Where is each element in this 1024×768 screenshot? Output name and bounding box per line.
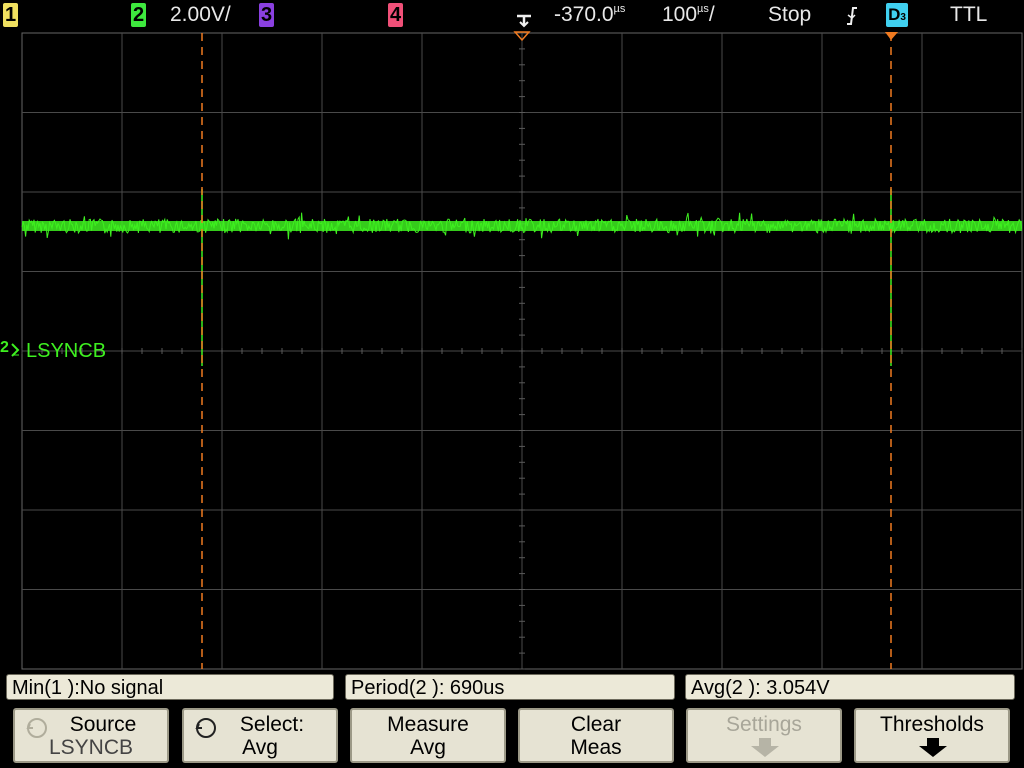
timebase-suffix: /: [708, 3, 715, 26]
select-softkey-value: Avg: [242, 736, 278, 759]
trigger-delay-unit: µs: [613, 3, 626, 15]
down-arrow-icon: [751, 738, 779, 757]
source-softkey-label: Source: [69, 713, 137, 736]
channel-2-trace-band: [22, 221, 1022, 231]
trigger-delay[interactable]: -370.0µs: [554, 2, 625, 28]
settings-softkey[interactable]: Settings: [686, 708, 842, 763]
channel-2-label: LSYNCB: [26, 340, 107, 362]
channel-2-marker-number: 2: [0, 339, 9, 356]
thresholds-softkey-label: Thresholds: [880, 713, 984, 736]
measurement-min[interactable]: Min(1 ):No signal: [6, 674, 334, 700]
trigger-point-marker: [885, 32, 898, 40]
channel-3-indicator[interactable]: 3: [259, 3, 274, 27]
timebase-unit: µs: [697, 3, 709, 15]
graticule: [21, 31, 1023, 670]
channel-1-indicator[interactable]: 1: [3, 3, 18, 27]
measure-softkey-value: Avg: [410, 736, 446, 759]
source-softkey-value: LSYNCB: [48, 736, 134, 759]
threshold-label[interactable]: TTL: [950, 2, 987, 28]
select-softkey[interactable]: Select: Avg: [182, 708, 338, 763]
clear-meas-label-1: Clear: [570, 713, 622, 736]
waveform-display[interactable]: 2 LSYNCB: [0, 31, 1024, 671]
trigger-source-indicator[interactable]: D3: [886, 3, 908, 27]
source-softkey[interactable]: Source LSYNCB: [13, 708, 169, 763]
ground-arrow-icon: [11, 343, 20, 357]
thresholds-softkey[interactable]: Thresholds: [854, 708, 1010, 763]
trigger-delay-value: -370.0: [554, 3, 614, 26]
settings-softkey-label: Settings: [726, 713, 802, 736]
channel-2-indicator[interactable]: 2: [131, 3, 146, 27]
timebase[interactable]: 100µs/: [662, 2, 715, 28]
channel-2-scale[interactable]: 2.00V/: [170, 2, 231, 28]
measurement-avg[interactable]: Avg(2 ): 3.054V: [685, 674, 1015, 700]
clear-meas-label-2: Meas: [570, 736, 622, 759]
timebase-value: 100: [662, 3, 698, 26]
measure-softkey-label: Measure: [387, 713, 469, 736]
channel-4-indicator[interactable]: 4: [388, 3, 403, 27]
run-state[interactable]: Stop: [768, 2, 811, 28]
trigger-source-label: D: [888, 5, 901, 24]
measure-softkey[interactable]: Measure Avg: [350, 708, 506, 763]
falling-edge-icon: [847, 7, 857, 25]
trigger-delay-icon: [517, 14, 531, 28]
clear-meas-softkey[interactable]: Clear Meas: [518, 708, 674, 763]
down-arrow-icon: [919, 738, 947, 757]
channel-2-ground-marker[interactable]: 2: [0, 339, 22, 361]
status-bar: 1 2 2.00V/ 3 4 -370.0µs 100µs/ Stop D3 T…: [0, 0, 1024, 31]
trigger-source-sub: 3: [900, 12, 906, 23]
select-softkey-label: Select:: [239, 713, 305, 736]
measurement-period[interactable]: Period(2 ): 690us: [345, 674, 675, 700]
